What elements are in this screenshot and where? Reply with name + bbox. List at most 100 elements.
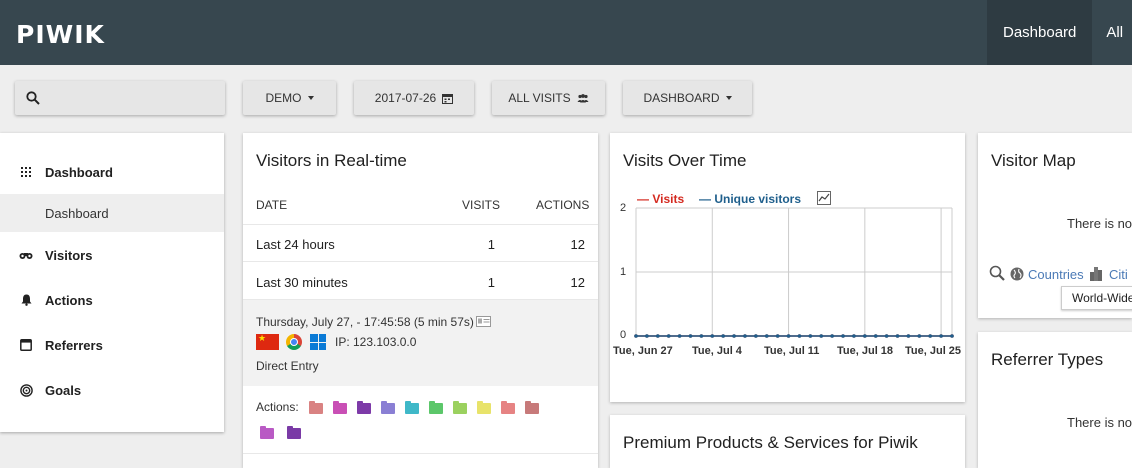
- action-folder-icon[interactable]: [405, 401, 419, 414]
- row-actions: 12: [570, 275, 585, 290]
- column-header-date[interactable]: DATE: [256, 198, 287, 212]
- dashboard-selector-button[interactable]: DASHBOARD: [623, 81, 752, 115]
- column-header-visits[interactable]: VISITS: [462, 198, 500, 212]
- visit-datetime: Thursday, July 27, - 17:45:58 (5 min 57s…: [256, 315, 474, 329]
- region-tooltip: World-Wide: [1061, 286, 1132, 310]
- widget-title[interactable]: Visitor Map: [991, 151, 1076, 171]
- piwik-logo[interactable]: PIWIK: [16, 20, 105, 49]
- cities-link[interactable]: Citi: [1109, 267, 1128, 282]
- city-icon: [1090, 267, 1102, 281]
- x-tick-label: Tue, Jul 25: [905, 345, 962, 357]
- action-folder-icon[interactable]: [453, 401, 467, 414]
- data-point: [699, 334, 704, 338]
- search-input[interactable]: [51, 87, 217, 109]
- widget-title[interactable]: Referrer Types: [991, 350, 1103, 370]
- row-date: Last 30 minutes: [256, 275, 348, 290]
- sidebar-item-dashboard[interactable]: Dashboard: [0, 153, 224, 191]
- sidebar-item-goals[interactable]: Goals: [0, 371, 224, 409]
- data-point: [677, 334, 682, 338]
- site-selector-label: DEMO: [265, 91, 302, 105]
- countries-link[interactable]: Countries: [1028, 267, 1084, 282]
- top-nav-all-websites[interactable]: All: [1092, 0, 1123, 65]
- action-folder-icon[interactable]: [287, 426, 301, 439]
- widget-title[interactable]: Visits Over Time: [623, 151, 746, 171]
- visits-chart[interactable]: [610, 200, 965, 350]
- date-selector-label: 2017-07-26: [374, 91, 437, 105]
- data-point: [873, 334, 878, 338]
- table-row: Last 24 hours 1 12: [243, 225, 598, 262]
- sidebar-item-referrers[interactable]: Referrers: [0, 326, 224, 364]
- data-point: [950, 334, 954, 338]
- site-selector-button[interactable]: DEMO: [243, 81, 336, 115]
- sidebar-item-visitors[interactable]: Visitors: [0, 236, 224, 274]
- top-bar: PIWIK Dashboard All: [0, 0, 1132, 65]
- visitor-profile-icon[interactable]: [476, 316, 491, 327]
- action-folder-icon[interactable]: [501, 401, 515, 414]
- data-point: [863, 334, 867, 338]
- premium-widget: Premium Products & Services for Piwik: [610, 415, 965, 468]
- data-point: [645, 334, 649, 338]
- data-point: [634, 334, 638, 338]
- data-point: [775, 334, 780, 338]
- calendar-icon: [442, 93, 454, 104]
- data-point: [688, 334, 693, 338]
- data-point: [797, 334, 802, 338]
- sidebar-subitem-label: Dashboard: [45, 206, 109, 221]
- segment-selector-button[interactable]: ALL VISITS: [492, 81, 605, 115]
- x-tick-label: Tue, Jul 11: [764, 345, 820, 357]
- x-tick-label: Tue, Jun 27: [613, 345, 673, 357]
- data-point: [732, 334, 736, 338]
- action-folder-icon[interactable]: [309, 401, 323, 414]
- widget-title[interactable]: Premium Products & Services for Piwik: [623, 433, 918, 453]
- search-box[interactable]: [15, 81, 225, 115]
- visit-ip: IP: 123.103.0.0: [335, 335, 417, 349]
- caret-down-icon: [307, 96, 314, 100]
- data-point: [841, 334, 845, 338]
- action-folder-icon[interactable]: [477, 401, 491, 414]
- column-header-actions[interactable]: ACTIONS: [536, 198, 589, 212]
- sidebar-item-label: Visitors: [45, 247, 93, 263]
- sidebar-item-label: Referrers: [45, 337, 103, 353]
- action-folder-icon[interactable]: [357, 401, 371, 414]
- widget-title[interactable]: Visitors in Real-time: [256, 151, 407, 171]
- visit-referrer: Direct Entry: [256, 359, 319, 373]
- data-point: [906, 334, 911, 338]
- top-nav-dashboard[interactable]: Dashboard: [987, 0, 1093, 65]
- x-tick-label: Tue, Jul 18: [837, 345, 894, 357]
- data-point: [743, 334, 747, 338]
- sidebar-item-actions[interactable]: Actions: [0, 281, 224, 319]
- sidebar-item-label: Actions: [45, 292, 93, 308]
- row-visits: 1: [487, 237, 495, 252]
- zoom-out-icon[interactable]: [989, 265, 1005, 281]
- x-tick-label: Tue, Jul 4: [692, 345, 742, 357]
- data-point: [819, 334, 824, 338]
- row-actions: 12: [570, 237, 585, 252]
- data-point: [786, 334, 791, 338]
- users-icon: [577, 93, 589, 102]
- caret-down-icon: [725, 96, 732, 100]
- actions-label: Actions:: [256, 400, 299, 414]
- data-point: [808, 334, 813, 338]
- binoculars-icon: [19, 248, 33, 262]
- data-point: [928, 334, 933, 338]
- visit-actions: Actions:: [243, 386, 598, 454]
- action-folder-icon[interactable]: [333, 401, 347, 414]
- data-point: [666, 334, 671, 338]
- data-point: [710, 334, 715, 338]
- action-folder-icon[interactable]: [381, 401, 395, 414]
- data-point: [721, 334, 725, 338]
- referrer-types-widget: Referrer Types There is no: [978, 332, 1132, 468]
- data-point: [852, 334, 856, 338]
- date-selector-button[interactable]: 2017-07-26: [354, 81, 474, 115]
- action-folder-icon[interactable]: [260, 426, 274, 439]
- sidebar-subitem-dashboard[interactable]: Dashboard: [0, 194, 224, 232]
- row-date: Last 24 hours: [256, 237, 335, 252]
- data-point: [884, 334, 889, 338]
- action-folder-icon[interactable]: [429, 401, 443, 414]
- chrome-icon: [286, 334, 302, 350]
- action-folder-icon[interactable]: [525, 401, 539, 414]
- data-point: [917, 334, 922, 338]
- segment-selector-label: ALL VISITS: [508, 91, 571, 105]
- bell-icon: [19, 293, 33, 307]
- table-row: Last 30 minutes 1 12: [243, 263, 598, 300]
